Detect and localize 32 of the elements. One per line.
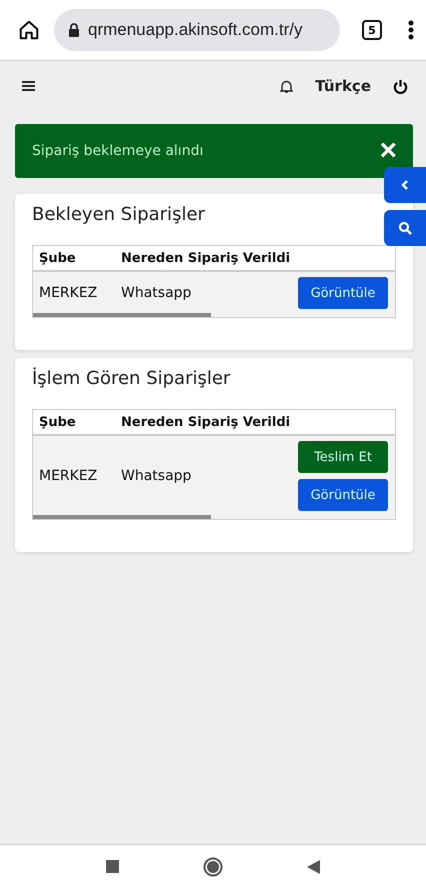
view-button[interactable]: Görüntüle [298,277,388,309]
tab-count-button[interactable]: 5 [362,20,382,40]
scrollbar[interactable] [33,313,211,317]
back-icon[interactable] [307,860,320,874]
deliver-button[interactable]: Teslim Et [298,441,388,473]
language-button[interactable]: Türkçe [315,77,371,95]
more-icon[interactable] [408,20,414,40]
alert-message: Sipariş beklemeye alındı [32,143,204,159]
search-button[interactable] [384,210,426,246]
lock-icon [68,22,80,38]
table-cell-text: MERKEZ [38,285,98,301]
table-cell-text: Whatsapp [120,285,192,301]
url-field[interactable]: qrmenuapp.akinsoft.com.tr/y [54,9,340,51]
home-icon[interactable] [203,856,223,876]
power-icon[interactable] [393,78,408,94]
column-header: Şube [38,414,77,430]
menu-icon[interactable] [22,80,35,92]
column-header: Şube [38,250,77,266]
table-cell-text: Whatsapp [120,468,192,484]
collapse-button[interactable] [384,167,426,203]
close-button[interactable]: × [379,136,397,166]
card-title: Bekleyen Siparişler [32,204,206,225]
view-button[interactable]: Görüntüle [298,479,388,511]
chevron-left-icon [401,179,409,191]
search-icon [398,221,412,235]
card-title: İşlem Gören Siparişler [32,368,232,389]
column-header: Nereden Sipariş Verildi [120,414,290,430]
bell-icon[interactable] [280,78,294,94]
column-header: Nereden Sipariş Verildi [120,250,290,266]
home-icon[interactable] [18,19,40,41]
scrollbar[interactable] [33,515,211,519]
table-cell-text: MERKEZ [38,468,98,484]
